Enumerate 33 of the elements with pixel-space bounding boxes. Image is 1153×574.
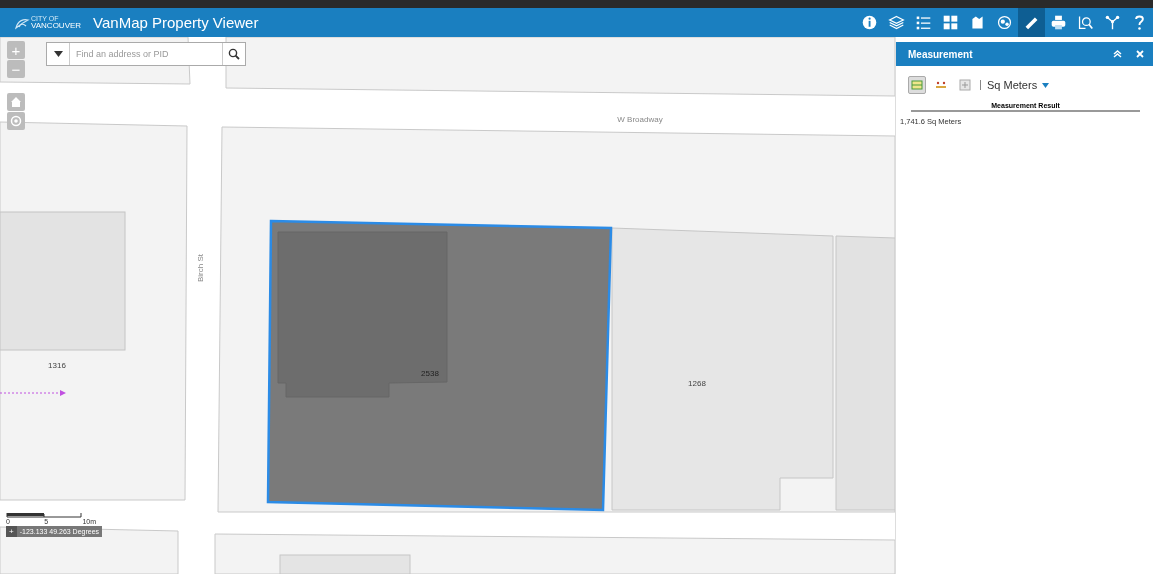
leaf-logo-icon xyxy=(14,18,30,30)
caret-icon xyxy=(1042,82,1050,88)
area-icon xyxy=(911,79,923,91)
collapse-icon[interactable] xyxy=(1113,50,1122,58)
panel-title: Measurement xyxy=(908,48,973,60)
layers-icon xyxy=(888,14,905,31)
home-icon xyxy=(10,96,22,108)
caret-icon xyxy=(53,51,63,57)
unit-dropdown[interactable]: Sq Meters xyxy=(987,79,1050,91)
globe-icon xyxy=(996,14,1013,31)
parcel-number: 2538 xyxy=(421,369,439,378)
printer-icon xyxy=(1050,14,1067,31)
list-icon xyxy=(915,14,932,31)
app-title: VanMap Property Viewer xyxy=(93,14,259,31)
search-field[interactable]: Find an address or PID xyxy=(46,42,246,66)
selected-parcel[interactable] xyxy=(266,219,613,512)
street-label: W Broadway xyxy=(617,115,663,124)
magnifier-icon xyxy=(1077,14,1094,31)
measure-tool-button[interactable] xyxy=(1018,8,1045,37)
grid-icon xyxy=(942,14,959,31)
parcel-number: 1268 xyxy=(688,379,706,388)
dotted-arrow xyxy=(0,390,66,396)
logo-text: VANCOUVER xyxy=(31,22,82,30)
close-icon[interactable] xyxy=(1136,50,1144,58)
locate-icon xyxy=(10,115,22,127)
parcel-number: 1316 xyxy=(48,361,66,370)
info-icon xyxy=(861,14,878,31)
coordinate-toggle[interactable]: + xyxy=(6,526,17,537)
network-icon xyxy=(1104,14,1121,31)
coordinates-icon xyxy=(959,79,971,91)
street-label: Birch St xyxy=(196,254,205,282)
distance-icon xyxy=(935,79,947,91)
search-icon xyxy=(228,48,240,60)
